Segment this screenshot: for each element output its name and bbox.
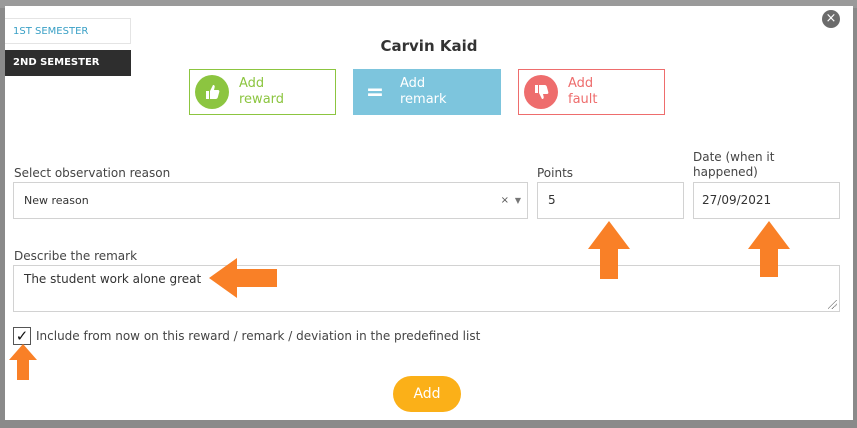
annotation-arrow-left-icon xyxy=(209,258,277,298)
points-label: Points xyxy=(537,166,574,180)
annotation-arrow-up-icon xyxy=(748,221,790,277)
description-value: The student work alone great xyxy=(24,272,202,286)
reason-select[interactable]: New reason × ▼ xyxy=(13,182,528,219)
chevron-down-icon[interactable]: ▼ xyxy=(515,183,521,218)
add-fault-label: Add fault xyxy=(568,76,598,107)
add-remark-button[interactable]: = Add remark xyxy=(353,69,501,115)
predefined-label: Include from now on this reward / remark… xyxy=(36,329,481,343)
date-label: Date (when it happened) xyxy=(693,150,775,179)
observation-modal: × 1ST SEMESTER 2ND SEMESTER Carvin Kaid … xyxy=(5,6,853,420)
points-input[interactable]: 5 xyxy=(537,182,684,219)
add-fault-button[interactable]: Add fault xyxy=(518,69,665,115)
add-reward-label: Add reward xyxy=(239,76,285,107)
add-remark-label: Add remark xyxy=(400,76,447,107)
reason-label: Select observation reason xyxy=(14,166,171,180)
resize-handle-icon[interactable] xyxy=(828,300,837,309)
equals-icon: = xyxy=(365,79,385,105)
description-textarea[interactable]: The student work alone great xyxy=(13,265,840,312)
add-button[interactable]: Add xyxy=(393,376,461,412)
reason-value: New reason xyxy=(24,194,89,207)
date-input[interactable]: 27/09/2021 xyxy=(693,182,840,219)
thumbs-up-icon xyxy=(195,75,229,109)
close-icon[interactable]: × xyxy=(822,10,840,28)
annotation-arrow-up-icon xyxy=(9,344,37,380)
student-name: Carvin Kaid xyxy=(380,37,478,55)
thumbs-down-icon xyxy=(524,75,558,109)
add-reward-button[interactable]: Add reward xyxy=(189,69,336,115)
description-label: Describe the remark xyxy=(14,249,138,263)
annotation-arrow-up-icon xyxy=(588,221,630,279)
clear-icon[interactable]: × xyxy=(501,183,509,218)
